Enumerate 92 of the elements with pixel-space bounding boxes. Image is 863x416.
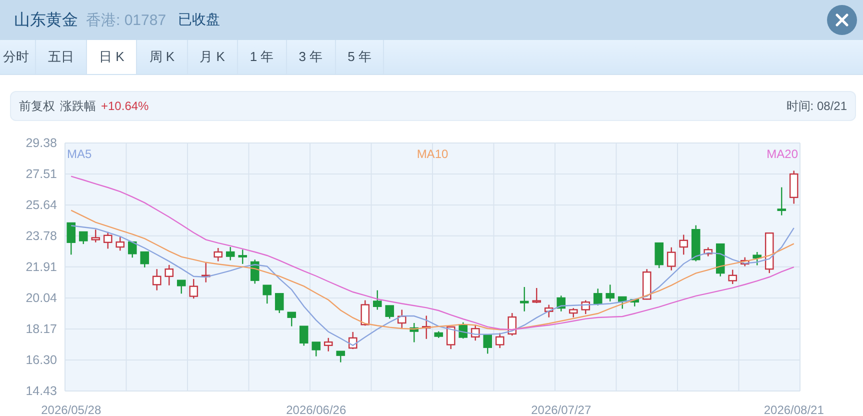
candlestick <box>691 225 700 262</box>
candlestick <box>360 300 370 326</box>
candlestick <box>556 296 566 312</box>
candlestick <box>434 331 444 338</box>
candlestick <box>544 304 554 318</box>
candlestick <box>66 222 76 255</box>
candlestick <box>372 290 382 310</box>
candlestick <box>397 310 406 328</box>
candlestick <box>458 322 468 339</box>
candlestick <box>312 342 321 356</box>
candlestick <box>324 338 333 352</box>
candlestick <box>287 312 296 326</box>
candlestick <box>618 296 627 309</box>
y-axis-label: 21.91 <box>26 260 57 274</box>
y-axis-label: 18.17 <box>26 322 57 336</box>
period-tab[interactable]: 分时 <box>0 40 36 74</box>
y-axis-label: 20.04 <box>26 290 57 305</box>
y-axis-label: 14.43 <box>26 384 57 398</box>
x-axis-label: 2026/07/27 <box>531 403 592 416</box>
close-icon <box>835 13 849 27</box>
x-axis-label: 2026/06/26 <box>286 403 346 416</box>
candlestick <box>495 332 504 348</box>
candlestick <box>385 305 394 319</box>
candlestick <box>262 284 272 304</box>
period-tab[interactable]: 5 年 <box>336 40 384 74</box>
candlestick <box>470 324 480 341</box>
candlestick <box>642 269 652 300</box>
candlestick <box>777 187 786 216</box>
y-axis-label: 16.30 <box>26 352 57 367</box>
candlestick <box>274 293 284 314</box>
period-tab[interactable]: 月 K <box>188 40 238 74</box>
x-axis-label: 2026/08/21 <box>764 403 824 416</box>
candlestick <box>214 248 223 262</box>
candlestick <box>483 334 492 354</box>
candlestick <box>679 234 688 255</box>
candlestick <box>630 299 640 306</box>
candlestick <box>752 252 762 266</box>
candlestick <box>250 260 260 284</box>
candlestick <box>128 241 137 258</box>
candlestick <box>299 326 308 346</box>
candlestick <box>176 280 186 294</box>
candlestick <box>91 230 100 242</box>
candlestick <box>704 247 713 256</box>
candlestick <box>116 237 125 251</box>
period-tab[interactable]: 3 年 <box>286 40 336 74</box>
legend-label: MA10 <box>416 147 448 161</box>
candlestick <box>593 288 602 306</box>
candlestick <box>238 250 248 264</box>
candlestick <box>189 279 198 299</box>
candlestick <box>348 332 358 350</box>
candlestick <box>103 232 112 249</box>
candlestick <box>336 350 346 362</box>
candlestick <box>716 243 725 276</box>
candlestick <box>446 326 456 350</box>
candlestick <box>422 316 431 339</box>
candlestick <box>789 170 798 204</box>
candlestick <box>606 284 615 302</box>
stock-name: 山东黄金 <box>14 10 78 30</box>
candlestick <box>508 313 517 336</box>
candlestick <box>410 322 419 342</box>
period-tab[interactable]: 周 K <box>137 40 188 74</box>
candlestick <box>654 242 664 268</box>
time-label: 时间: 08/21 <box>786 98 847 114</box>
candlestick <box>78 231 88 244</box>
stock-code: 香港: 01787 <box>86 10 166 30</box>
adjust-label: 前复权 <box>19 98 55 114</box>
market-status: 已收盘 <box>178 11 220 29</box>
candlestick <box>226 247 235 260</box>
x-axis-label: 2026/05/28 <box>41 403 102 416</box>
candlestick <box>152 269 162 290</box>
candlestick <box>568 308 578 318</box>
y-axis-label: 27.51 <box>26 167 57 182</box>
legend-label: MA5 <box>67 147 92 161</box>
period-tab[interactable]: 1 年 <box>238 40 287 74</box>
candlestick <box>520 287 529 312</box>
candlestick <box>201 262 210 282</box>
legend-label: MA20 <box>766 147 798 161</box>
candlestick <box>728 270 738 284</box>
candlestick <box>666 247 676 270</box>
y-axis-label: 29.38 <box>26 136 57 150</box>
candlestick <box>164 264 174 286</box>
change-value: +10.64% <box>101 99 149 113</box>
y-axis-label: 25.64 <box>26 198 57 212</box>
close-button[interactable] <box>827 5 857 35</box>
y-axis-label: 23.78 <box>26 228 57 243</box>
period-tab[interactable]: 日 K <box>87 40 138 74</box>
candlestick <box>140 251 150 268</box>
candlestick <box>740 257 750 266</box>
candlestick <box>532 288 542 304</box>
candlestick <box>581 300 590 314</box>
change-label: 涨跌幅 <box>60 98 96 114</box>
candlestick <box>764 232 774 274</box>
